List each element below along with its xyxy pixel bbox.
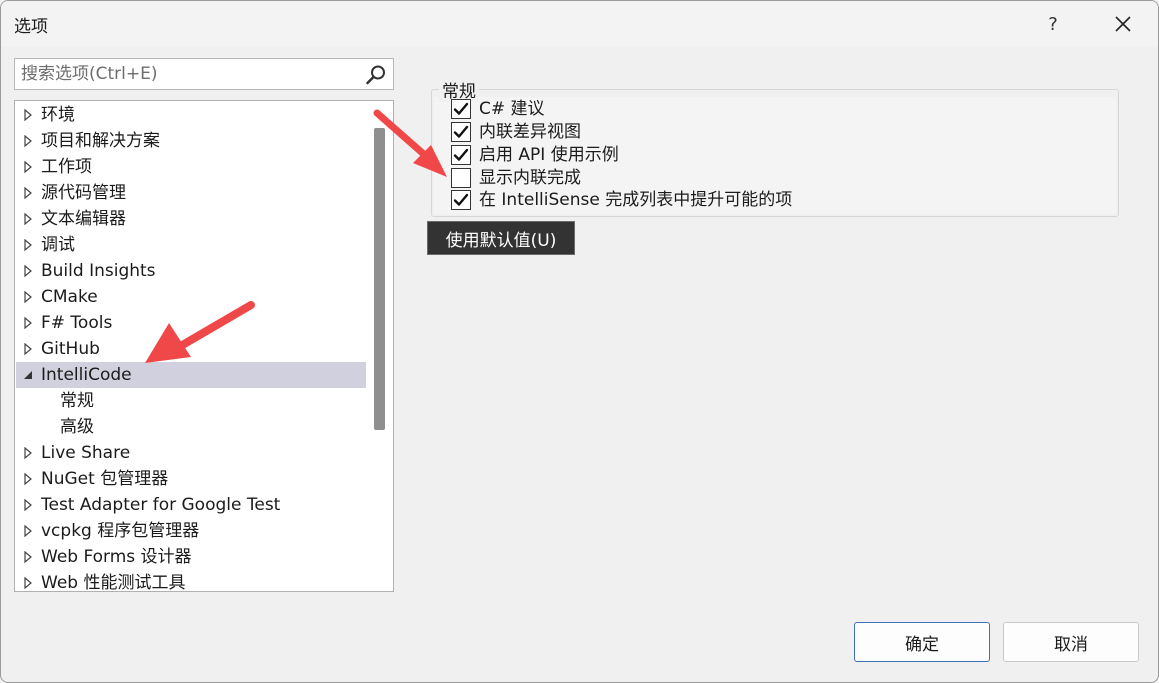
tree-item[interactable]: CMake — [16, 284, 366, 310]
tree-item-label: 环境 — [41, 105, 75, 125]
tree-item-label: 项目和解决方案 — [41, 131, 160, 151]
tree-item[interactable]: 文本编辑器 — [16, 206, 366, 232]
tree-item-label: Live Share — [41, 443, 131, 463]
collapsed-triangle-icon[interactable] — [22, 213, 34, 225]
collapsed-triangle-icon[interactable] — [22, 109, 34, 121]
tree-item-label: Web Forms 设计器 — [41, 547, 192, 567]
tree-item[interactable]: Live Share — [16, 440, 366, 466]
tree-item[interactable]: Build Insights — [16, 258, 366, 284]
collapsed-triangle-icon[interactable] — [22, 447, 34, 459]
collapsed-triangle-icon[interactable] — [22, 499, 34, 511]
option-label[interactable]: 内联差异视图 — [479, 121, 581, 143]
search-box — [14, 58, 394, 90]
tree-item-label: Web 性能测试工具 — [41, 573, 186, 592]
option-checkbox[interactable] — [451, 168, 471, 188]
tree-item-label: Test Adapter for Google Test — [41, 495, 281, 515]
tree-item[interactable]: vcpkg 程序包管理器 — [16, 518, 366, 544]
checkmark-icon — [453, 193, 469, 206]
tree-item-label: Build Insights — [41, 261, 156, 281]
options-tree: 环境项目和解决方案 工作项源代码管理文本编辑器调试 Build Insights CM… — [14, 100, 394, 592]
tree-item-label: 文本编辑器 — [41, 209, 126, 229]
collapsed-triangle-icon[interactable] — [22, 343, 34, 355]
tree-item-label: CMake — [41, 287, 98, 307]
collapsed-triangle-icon[interactable] — [22, 551, 34, 563]
tree-item[interactable]: F# Tools — [16, 310, 366, 336]
tree-item[interactable]: IntelliCode — [16, 362, 366, 388]
tree-item[interactable]: NuGet 包管理器 — [16, 466, 366, 492]
tree-child-item[interactable]: 高级 — [16, 414, 366, 440]
tree-item[interactable]: 源代码管理 — [16, 180, 366, 206]
tree-scrollbar[interactable] — [366, 101, 393, 591]
tree-item-label: 高级 — [60, 417, 94, 437]
collapsed-triangle-icon[interactable] — [22, 265, 34, 277]
expanded-triangle-icon[interactable] — [22, 369, 34, 381]
collapsed-triangle-icon[interactable] — [22, 473, 34, 485]
tree-item[interactable]: 环境 — [16, 102, 366, 128]
tree-item-label: 常规 — [60, 391, 94, 411]
tree-scrollbar-thumb[interactable] — [374, 128, 385, 430]
use-defaults-button[interactable]: 使用默认值(U) — [427, 221, 575, 255]
option-checkbox[interactable] — [451, 190, 471, 210]
checkmark-icon — [453, 102, 469, 115]
dialog-title: 选项 — [14, 17, 48, 37]
tree-item-label: IntelliCode — [41, 365, 132, 385]
tree-item-label: 工作项 — [41, 157, 92, 177]
collapsed-triangle-icon[interactable] — [22, 291, 34, 303]
collapsed-triangle-icon[interactable] — [22, 135, 34, 147]
tree-item[interactable]: Test Adapter for Google Test — [16, 492, 366, 518]
collapsed-triangle-icon[interactable] — [22, 525, 34, 537]
tree-item-label: F# Tools — [41, 313, 113, 333]
search-input[interactable] — [21, 63, 361, 85]
collapsed-triangle-icon[interactable] — [22, 239, 34, 251]
tree-item-label: NuGet 包管理器 — [41, 469, 169, 489]
collapsed-triangle-icon[interactable] — [22, 161, 34, 173]
close-icon — [1115, 16, 1131, 32]
tree-item[interactable]: 项目和解决方案 — [16, 128, 366, 154]
checkmark-icon — [453, 148, 469, 161]
close-button[interactable] — [1101, 5, 1145, 43]
tree-item[interactable]: 工作项 — [16, 154, 366, 180]
checkmark-icon — [453, 125, 469, 138]
collapsed-triangle-icon[interactable] — [22, 577, 34, 589]
search-icon[interactable] — [365, 64, 387, 86]
tree-item[interactable]: Web Forms 设计器 — [16, 544, 366, 570]
help-button[interactable]: ? — [1031, 5, 1075, 43]
option-checkbox[interactable] — [451, 122, 471, 142]
tree-item-label: 源代码管理 — [41, 183, 126, 203]
tree-item[interactable]: Web 性能测试工具 — [16, 570, 366, 592]
tree-item-label: 调试 — [41, 235, 75, 255]
option-checkbox[interactable] — [451, 145, 471, 165]
tree-item-label: vcpkg 程序包管理器 — [41, 521, 200, 541]
option-label[interactable]: 在 IntelliSense 完成列表中提升可能的项 — [479, 189, 792, 211]
option-label[interactable]: 启用 API 使用示例 — [479, 144, 619, 166]
tree-item-label: GitHub — [41, 339, 100, 359]
option-checkbox[interactable] — [451, 99, 471, 119]
tree-child-item[interactable]: 常规 — [16, 388, 366, 414]
tree-item[interactable]: GitHub — [16, 336, 366, 362]
collapsed-triangle-icon[interactable] — [22, 317, 34, 329]
collapsed-triangle-icon[interactable] — [22, 187, 34, 199]
tree-item[interactable]: 调试 — [16, 232, 366, 258]
option-label[interactable]: C# 建议 — [479, 98, 545, 120]
ok-button[interactable]: 确定 — [854, 622, 990, 662]
cancel-button[interactable]: 取消 — [1003, 622, 1139, 662]
title-bar: 选项 ? — [1, 1, 1158, 47]
options-dialog: 选项 ? 环境项目和解决方案工作项源代码管理文本编辑器调试 Build Insig… — [0, 0, 1159, 683]
option-label[interactable]: 显示内联完成 — [479, 167, 581, 189]
